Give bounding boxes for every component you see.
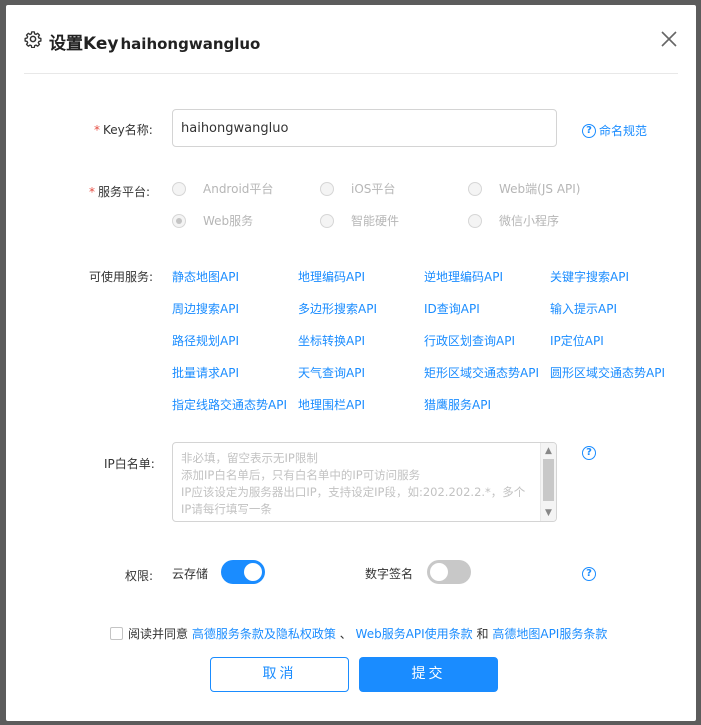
scroll-down-icon[interactable]: ▼ — [541, 506, 556, 520]
dialog-header: 设置Key haihongwangluo — [24, 5, 678, 74]
scroll-up-icon[interactable]: ▲ — [541, 444, 556, 458]
permissions-label: 权限: — [125, 569, 154, 583]
digital-signature-label: 数字签名 — [365, 567, 414, 581]
dialog-title: 设置Key haihongwangluo — [49, 29, 260, 54]
scroll-thumb[interactable] — [543, 459, 554, 501]
toggle-knob — [430, 563, 448, 581]
radio-label: 微信小程序 — [499, 214, 560, 228]
agreement-sep: 、 — [339, 627, 352, 641]
cloud-storage-toggle[interactable] — [221, 560, 265, 584]
agreement-prefix: 阅读并同意 — [128, 627, 189, 641]
services-label: 可使用服务: — [89, 270, 154, 284]
close-icon[interactable] — [660, 30, 678, 48]
radio-circle — [320, 213, 334, 228]
service-circle-traffic[interactable]: 圆形区域交通态势API — [550, 364, 665, 381]
set-key-dialog: 设置Keyhaihongwangluo *Key名称: ?命名规范 *服务平台:… — [6, 5, 696, 721]
terms-privacy-link[interactable]: 高德服务条款及隐私权政策 — [192, 625, 336, 642]
radio-circle — [468, 213, 482, 228]
toggle-knob — [244, 563, 262, 581]
service-geocoding[interactable]: 地理编码API — [298, 268, 365, 285]
radio-circle — [468, 181, 482, 196]
service-ip-location[interactable]: IP定位API — [550, 332, 604, 349]
agreement-checkbox[interactable] — [110, 627, 123, 640]
key-name-input[interactable] — [172, 109, 557, 147]
radio-label: Web服务 — [203, 214, 254, 228]
service-reverse-geocoding[interactable]: 逆地理编码API — [424, 268, 503, 285]
submit-button[interactable]: 提交 — [359, 657, 498, 692]
naming-rules-link[interactable]: ? 命名规范 — [582, 122, 647, 139]
service-coordinate-convert[interactable]: 坐标转换API — [298, 332, 365, 349]
agreement-and: 和 — [476, 627, 489, 641]
service-route-traffic[interactable]: 指定线路交通态势API — [172, 396, 287, 413]
agreement-row: 阅读并同意 高德服务条款及隐私权政策 、 Web服务API使用条款 和 高德地图… — [110, 625, 607, 642]
service-polygon-search[interactable]: 多边形搜索API — [298, 300, 377, 317]
title-text: 设置Key — [49, 34, 119, 54]
radio-label: Android平台 — [203, 182, 274, 196]
service-district-query[interactable]: 行政区划查询API — [424, 332, 515, 349]
ip-whitelist-placeholder: 非必填，留空表示无IP限制 添加IP白名单后，只有白名单中的IP可访问服务 IP… — [181, 451, 526, 516]
digital-signature-toggle[interactable] — [427, 560, 471, 584]
ip-whitelist-textarea[interactable]: 非必填，留空表示无IP限制 添加IP白名单后，只有白名单中的IP可访问服务 IP… — [172, 442, 557, 522]
ip-help-icon[interactable]: ? — [582, 446, 596, 460]
service-id-query[interactable]: ID查询API — [424, 300, 480, 317]
key-name-label: * Key名称: — [94, 121, 153, 138]
service-geofence[interactable]: 地理围栏API — [298, 396, 365, 413]
ip-whitelist-label: IP白名单: — [104, 457, 155, 471]
ip-whitelist-scrollbar[interactable]: ▲ ▼ — [540, 443, 556, 521]
required-mark: * — [94, 123, 100, 137]
service-falcon[interactable]: 猎鹰服务API — [424, 396, 491, 413]
web-api-terms-link[interactable]: Web服务API使用条款 — [356, 625, 473, 642]
service-keyword-search[interactable]: 关键字搜索API — [550, 268, 629, 285]
service-weather[interactable]: 天气查询API — [298, 364, 365, 381]
radio-label: iOS平台 — [351, 182, 396, 196]
service-around-search[interactable]: 周边搜索API — [172, 300, 239, 317]
required-mark: * — [89, 185, 95, 199]
radio-label: 智能硬件 — [351, 214, 400, 228]
radio-smart-hardware[interactable]: 智能硬件 — [320, 212, 399, 229]
question-icon: ? — [582, 123, 596, 138]
cloud-storage-label: 云存储 — [172, 567, 209, 581]
radio-circle — [320, 181, 334, 196]
key-name-label-text: Key名称: — [103, 123, 153, 137]
service-input-tips[interactable]: 输入提示API — [550, 300, 617, 317]
cancel-button[interactable]: 取消 — [210, 657, 349, 692]
radio-web-service[interactable]: Web服务 — [172, 212, 253, 229]
service-static-map[interactable]: 静态地图API — [172, 268, 239, 285]
radio-ios[interactable]: iOS平台 — [320, 180, 395, 197]
title-key-name: haihongwangluo — [120, 35, 261, 53]
radio-web-js[interactable]: Web端(JS API) — [468, 180, 580, 197]
radio-label: Web端(JS API) — [499, 182, 581, 196]
amap-api-terms-link[interactable]: 高德地图API服务条款 — [492, 625, 607, 642]
permission-help-icon[interactable]: ? — [582, 567, 596, 581]
radio-android[interactable]: Android平台 — [172, 180, 273, 197]
platform-label: * 服务平台: — [89, 183, 150, 200]
radio-wechat-miniapp[interactable]: 微信小程序 — [468, 212, 559, 229]
gear-icon — [24, 31, 42, 48]
naming-rules-text: 命名规范 — [599, 124, 648, 138]
radio-circle — [172, 181, 186, 196]
service-batch-request[interactable]: 批量请求API — [172, 364, 239, 381]
service-route-planning[interactable]: 路径规划API — [172, 332, 239, 349]
service-rect-traffic[interactable]: 矩形区域交通态势API — [424, 364, 539, 381]
platform-label-text: 服务平台: — [98, 185, 151, 199]
radio-circle-selected — [172, 213, 186, 228]
